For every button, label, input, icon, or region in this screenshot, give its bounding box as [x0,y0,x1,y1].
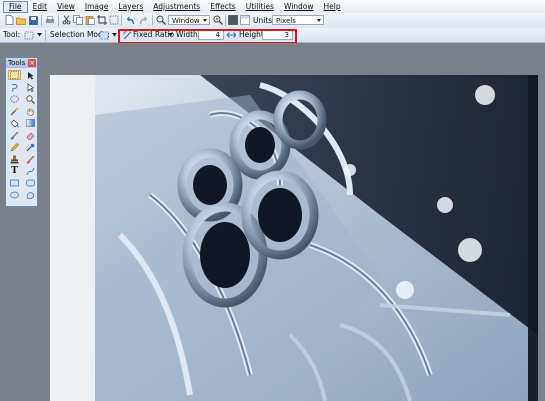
menu-edit[interactable]: Edit [28,1,53,13]
line-curve-icon[interactable] [24,166,37,176]
print-icon[interactable] [45,15,55,25]
ruler-icon[interactable] [240,15,250,25]
toolbar-separator [225,15,226,26]
move-selection-icon[interactable] [24,82,37,92]
main-toolbar: Window Units: Pixels [0,13,545,29]
menu-utilities[interactable]: Utilities [241,1,279,13]
chevron-down-icon [317,19,321,22]
zoom-dropdown-value: Window [172,17,200,25]
lasso-select-icon[interactable] [8,82,21,92]
paint-bucket-icon[interactable] [8,118,21,128]
ellipse-select-icon[interactable] [8,94,21,104]
toolbar-separator [121,15,122,26]
pencil-icon[interactable] [8,142,21,152]
menu-bar: File Edit View Image Layers Adjustments … [0,0,545,13]
zoom-icon[interactable] [156,15,166,25]
toolbar-separator [41,15,42,26]
chevron-down-icon [203,19,207,22]
clarinet-photo [50,75,538,401]
recolor-icon[interactable] [24,154,37,164]
clone-stamp-icon[interactable] [8,154,21,164]
menu-window[interactable]: Window [279,1,319,13]
save-icon[interactable] [28,15,38,25]
text-tool-glyph: T [11,165,18,176]
gradient-icon[interactable] [24,118,37,128]
rounded-rectangle-icon[interactable] [24,178,37,188]
zoom-dropdown[interactable]: Window [168,15,210,25]
pan-tool-icon[interactable] [24,106,37,116]
move-selected-pixels-icon[interactable] [24,70,37,80]
zoom-in-icon[interactable] [213,15,223,25]
units-dropdown-value: Pixels [276,17,296,25]
tools-window-titlebar[interactable]: Tools × [6,58,37,68]
cut-icon[interactable] [61,15,71,25]
redo-icon[interactable] [139,15,149,25]
zoom-tool-icon[interactable] [24,94,37,104]
close-icon[interactable]: × [28,59,36,67]
eraser-icon[interactable] [24,130,37,140]
copy-icon[interactable] [73,15,83,25]
crop-to-selection-icon[interactable] [97,15,107,25]
new-file-icon[interactable] [4,15,14,25]
menu-help[interactable]: Help [319,1,346,13]
rectangle-shape-icon[interactable] [8,178,21,188]
rectangle-select-tool-icon[interactable] [24,30,34,40]
tools-window[interactable]: Tools × T [5,57,38,207]
paste-icon[interactable] [85,15,95,25]
menu-file[interactable]: File [3,0,28,13]
grid-icon[interactable] [228,15,238,25]
toolbar-separator [58,15,59,26]
rectangle-select-tool-icon[interactable] [8,70,21,80]
freeform-shape-icon[interactable] [24,190,37,200]
toolbar-separator [152,15,153,26]
open-folder-icon[interactable] [16,15,26,25]
selection-mode-replace-icon[interactable] [99,30,109,40]
color-picker-icon[interactable] [24,142,37,152]
highlight-annotation [118,29,297,44]
text-tool-icon[interactable]: T [8,166,21,176]
image-canvas[interactable] [50,75,538,401]
menu-view[interactable]: View [52,1,80,13]
magic-wand-icon[interactable] [8,106,21,116]
tool-grid: T [6,68,37,201]
units-dropdown[interactable]: Pixels [272,15,324,25]
menu-adjustments[interactable]: Adjustments [148,1,205,13]
ellipse-shape-icon[interactable] [8,190,21,200]
undo-icon[interactable] [125,15,135,25]
tool-label: Tool: [3,30,21,39]
menu-effects[interactable]: Effects [205,1,241,13]
menu-layers[interactable]: Layers [113,1,148,13]
chevron-down-icon[interactable] [35,30,45,40]
menu-image[interactable]: Image [80,1,114,13]
paintbrush-icon[interactable] [8,130,21,140]
tools-window-title: Tools [8,59,26,67]
deselect-icon[interactable] [109,15,119,25]
toolbar-separator [45,30,46,41]
